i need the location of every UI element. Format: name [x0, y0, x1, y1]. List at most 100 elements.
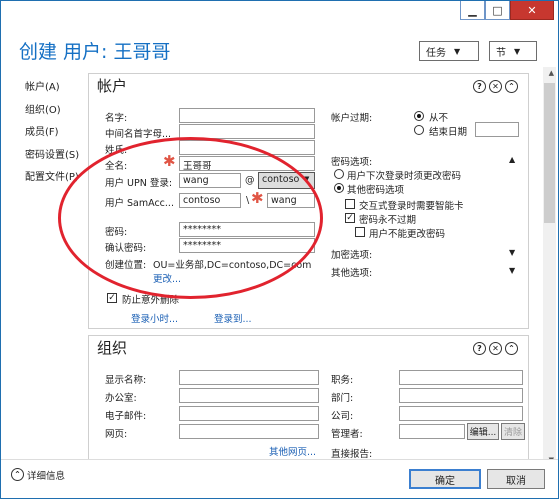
required-star-icon: ✱ — [251, 189, 264, 207]
job-title-field[interactable] — [399, 370, 523, 385]
collapse-details-icon[interactable]: ⌃ — [11, 468, 24, 481]
protect-label: 防止意外删除 — [122, 295, 180, 306]
upn-label: 用户 UPN 登录: — [105, 178, 173, 189]
chevron-down-icon: ▼ — [514, 46, 521, 56]
section-nav: 帐户(A) 组织(O) 成员(F) 密码设置(S) 配置文件(P) — [25, 77, 79, 190]
logon-hours-link[interactable]: 登录小时... — [131, 311, 178, 325]
first-name-label: 名字: — [105, 113, 128, 124]
section-icons: ? ✕ ⌃ — [473, 80, 518, 93]
organization-section: 组织 ? ✕ ⌃ 显示名称: 办公室: 电子邮件: 网页: 其他网页... 职务… — [88, 335, 529, 460]
company-field[interactable] — [399, 406, 523, 421]
smartcard-label: 交互式登录时需要智能卡 — [359, 201, 464, 212]
office-field[interactable] — [179, 388, 319, 403]
required-star-icon: ✱ — [163, 152, 176, 170]
direct-reports-label: 直接报告: — [331, 449, 373, 460]
department-label: 部门: — [331, 393, 354, 404]
protect-checkbox[interactable]: ✓ — [107, 293, 117, 303]
caption-buttons: ▁ □ ✕ — [460, 1, 554, 21]
confirm-password-label: 确认密码: — [105, 243, 147, 254]
collapse-icon[interactable]: ⌃ — [505, 80, 518, 93]
manager-label: 管理者: — [331, 429, 363, 440]
help-icon[interactable]: ? — [473, 80, 486, 93]
encryption-label: 加密选项: — [331, 250, 373, 261]
ok-button[interactable]: 确定 — [409, 469, 481, 489]
other-web-link[interactable]: 其他网页... — [269, 444, 316, 458]
confirm-password-field[interactable]: ******** — [179, 238, 315, 253]
bottom-bar: ⌃ 详细信息 确定 取消 — [1, 459, 558, 498]
other-options-label-2: 其他选项: — [331, 268, 373, 279]
tasks-dropdown[interactable]: 任务 ▼ — [419, 41, 479, 61]
help-icon[interactable]: ? — [473, 342, 486, 355]
close-icon[interactable]: ✕ — [489, 342, 502, 355]
collapse-icon[interactable]: ⌃ — [505, 342, 518, 355]
never-label: 从不 — [429, 113, 449, 124]
full-name-field[interactable]: 王哥哥 — [179, 156, 315, 171]
collapse-up-icon[interactable]: ▲ — [509, 155, 515, 164]
upn-domain-value: contoso — [262, 174, 300, 185]
create-user-window: ▁ □ ✕ 创建 用户: 王哥哥 任务 ▼ 节 ▼ 帐户(A) 组织(O) 成员… — [0, 0, 559, 499]
sam-user-field[interactable]: wang — [267, 193, 315, 208]
section-title-account: 帐户 — [97, 77, 128, 95]
sam-domain-field: contoso — [179, 193, 241, 208]
nav-item-organization[interactable]: 组织(O) — [25, 100, 79, 123]
scrollbar-thumb[interactable] — [544, 83, 555, 223]
never-expires-label: 密码永不过期 — [359, 215, 417, 226]
section-icons: ? ✕ ⌃ — [473, 342, 518, 355]
create-in-label: 创建位置: — [105, 260, 147, 271]
manager-field[interactable] — [399, 424, 465, 439]
sections-label: 节 — [496, 47, 506, 59]
must-change-radio[interactable] — [334, 169, 344, 179]
end-date-radio[interactable] — [414, 125, 424, 135]
other-options-radio[interactable] — [334, 183, 344, 193]
close-icon[interactable]: ✕ — [489, 80, 502, 93]
email-field[interactable] — [179, 406, 319, 421]
other-options-label: 其他密码选项 — [347, 185, 405, 196]
cannot-change-checkbox[interactable] — [355, 227, 365, 237]
backslash-sign: \ — [246, 195, 250, 206]
cancel-button[interactable]: 取消 — [487, 469, 545, 489]
nav-item-password-settings[interactable]: 密码设置(S) — [25, 145, 79, 168]
never-expires-checkbox[interactable]: ✓ — [345, 213, 355, 223]
section-title-organization: 组织 — [97, 339, 128, 357]
logon-to-link[interactable]: 登录到... — [214, 311, 252, 325]
initials-field[interactable] — [179, 124, 315, 139]
last-name-field[interactable] — [179, 140, 315, 155]
sections-dropdown[interactable]: 节 ▼ — [489, 41, 537, 61]
nav-item-account[interactable]: 帐户(A) — [25, 77, 79, 100]
expand-down-icon[interactable]: ▼ — [509, 248, 515, 257]
web-field[interactable] — [179, 424, 319, 439]
account-section: 帐户 ? ✕ ⌃ 名字: 中间名首字母... 姓氏: 全名: ✱ 王哥哥 用户 … — [88, 73, 529, 329]
clear-manager-button[interactable]: 清除 — [501, 423, 525, 440]
first-name-field[interactable] — [179, 108, 315, 123]
expiry-label: 帐户过期: — [331, 113, 373, 124]
cannot-change-label: 用户不能更改密码 — [369, 229, 446, 240]
end-date-label: 结束日期 — [429, 127, 468, 138]
sam-label: 用户 SamAcc... — [105, 198, 174, 209]
minimize-button[interactable]: ▁ — [460, 1, 485, 20]
at-sign: @ — [245, 175, 255, 186]
change-location-link[interactable]: 更改... — [153, 271, 181, 285]
page-title: 创建 用户: 王哥哥 — [19, 41, 171, 63]
nav-item-profile[interactable]: 配置文件(P) — [25, 167, 79, 190]
nav-item-member-of[interactable]: 成员(F) — [25, 122, 79, 145]
display-name-field[interactable] — [179, 370, 319, 385]
details-label[interactable]: 详细信息 — [27, 468, 65, 482]
close-button[interactable]: ✕ — [510, 1, 554, 20]
password-field[interactable]: ******** — [179, 222, 315, 237]
expand-down-icon[interactable]: ▼ — [509, 266, 515, 275]
must-change-label: 用户下次登录时须更改密码 — [347, 171, 462, 182]
scroll-up-icon[interactable]: ▲ — [549, 69, 554, 77]
password-label: 密码: — [105, 227, 128, 238]
department-field[interactable] — [399, 388, 523, 403]
smartcard-checkbox[interactable] — [345, 199, 355, 209]
create-in-value: OU=业务部,DC=contoso,DC=com — [153, 260, 312, 271]
display-name-label: 显示名称: — [105, 375, 147, 386]
edit-manager-button[interactable]: 编辑... — [467, 423, 499, 440]
maximize-button[interactable]: □ — [485, 1, 510, 20]
end-date-field[interactable] — [475, 122, 519, 137]
web-label: 网页: — [105, 429, 128, 440]
office-label: 办公室: — [105, 393, 137, 404]
upn-user-field[interactable]: wang — [179, 173, 241, 188]
email-label: 电子邮件: — [105, 411, 147, 422]
never-radio[interactable] — [414, 111, 424, 121]
